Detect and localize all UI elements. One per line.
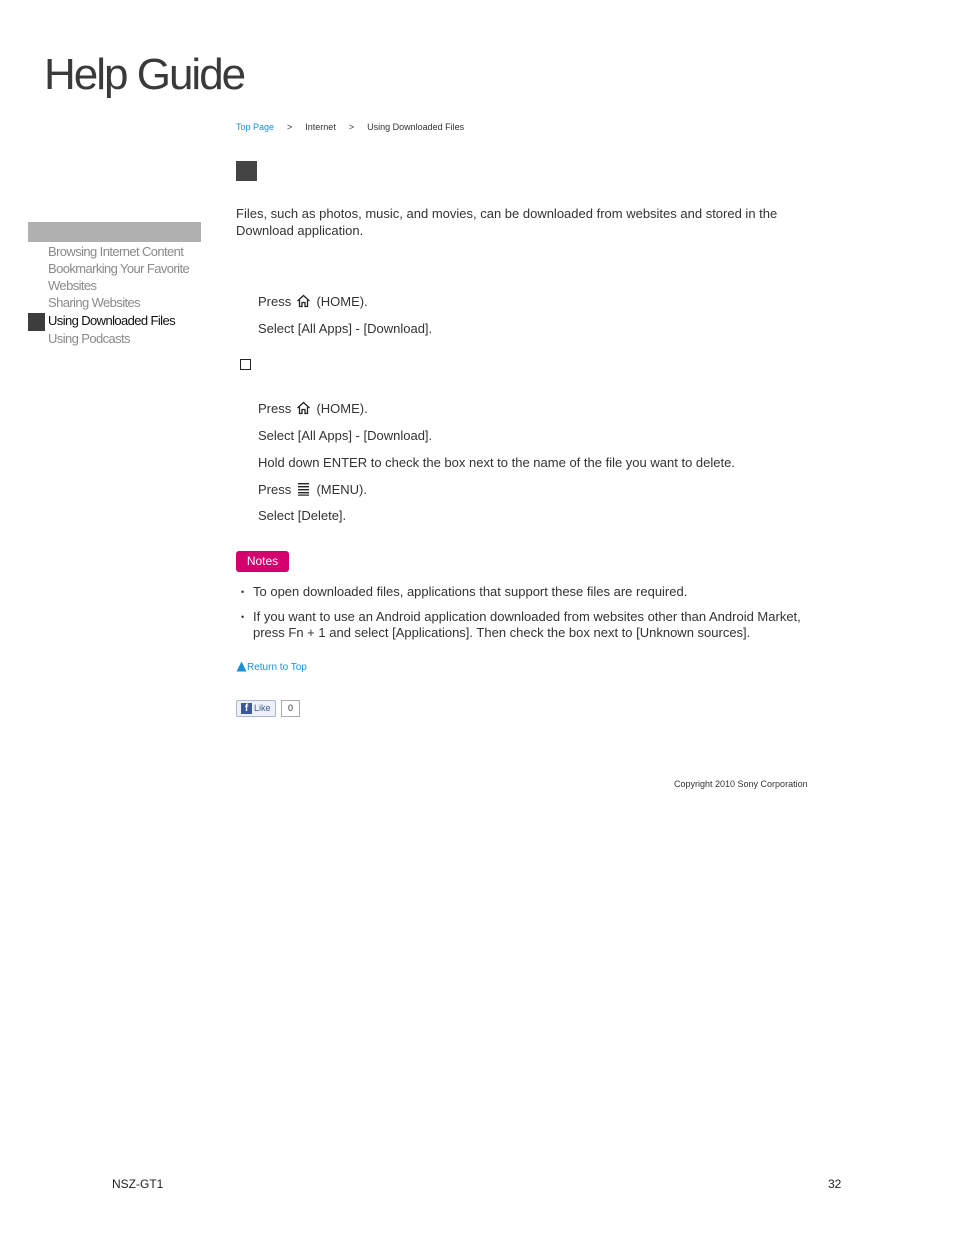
menu-icon — [297, 483, 309, 496]
breadcrumb: Top Page > Internet > Using Downloaded Files — [236, 122, 464, 132]
sidebar-item-using-downloaded-files[interactable]: Using Downloaded Files — [28, 312, 208, 331]
step-text: Press — [258, 482, 295, 497]
breadcrumb-internet: Internet — [305, 122, 336, 132]
sidebar-item-browsing-internet-content[interactable]: Browsing Internet Content — [28, 243, 208, 260]
step-text: (HOME). — [312, 294, 368, 309]
step-delete-1: Press (HOME). — [258, 401, 368, 416]
step-delete-2: Select [All Apps] - [Download]. — [258, 428, 433, 443]
sidebar-item-using-podcasts[interactable]: Using Podcasts — [28, 330, 208, 347]
breadcrumb-separator: > — [287, 122, 293, 132]
sidebar-item-label: Using Downloaded Files — [48, 313, 176, 328]
note-item: • To open downloaded files, applications … — [241, 584, 811, 600]
like-count: 0 — [281, 700, 300, 717]
home-icon — [296, 294, 310, 308]
heading-marker — [236, 161, 257, 181]
note-text: If you want to use an Android applicatio… — [253, 609, 801, 640]
up-arrow-icon — [236, 661, 247, 672]
breadcrumb-current: Using Downloaded Files — [367, 122, 465, 132]
breadcrumb-separator: > — [348, 122, 355, 132]
like-label: Like — [254, 703, 271, 713]
step-delete-4: Press (MENU). — [258, 482, 367, 497]
return-to-top-label: Return to Top — [247, 662, 307, 673]
sidebar-item-sharing-websites[interactable]: Sharing Websites — [28, 294, 208, 311]
footer-model: NSZ-GT1 — [112, 1177, 164, 1191]
sidebar-item-bookmarking[interactable]: Bookmarking Your Favorite — [28, 260, 208, 277]
sidebar-active-marker — [28, 313, 45, 331]
facebook-icon: f — [241, 703, 252, 714]
step-text: (MENU). — [312, 482, 368, 497]
step-open-2: Select [All Apps] - [Download]. — [258, 321, 433, 336]
step-text: (HOME). — [312, 401, 368, 416]
note-text: To open downloaded files, applications t… — [253, 584, 688, 599]
step-text: Press — [258, 294, 295, 309]
breadcrumb-top-page-link[interactable]: Top Page — [236, 122, 274, 132]
sidebar-item-bookmarking-continued[interactable]: Websites — [28, 277, 208, 294]
notes-badge: Notes — [236, 551, 289, 572]
step-delete-5: Select [Delete]. — [258, 508, 347, 523]
sidebar-header — [28, 222, 201, 242]
copyright: Copyright 2010 Sony Corporation — [674, 779, 808, 789]
bullet-icon: • — [241, 587, 245, 597]
page-title: Help Guide — [44, 50, 246, 99]
home-icon — [296, 401, 310, 415]
intro-paragraph: Files, such as photos, music, and movies… — [236, 206, 778, 238]
step-delete-3: Hold down ENTER to check the box next to… — [258, 455, 735, 470]
footer-page-number: 32 — [828, 1177, 842, 1191]
checkbox-icon — [240, 359, 251, 370]
return-to-top-link[interactable]: Return to Top — [236, 661, 307, 673]
step-text: Press — [258, 401, 295, 416]
sidebar: Browsing Internet Content Bookmarking Yo… — [28, 243, 208, 347]
facebook-like-button[interactable]: f Like — [236, 700, 276, 717]
bullet-icon: • — [241, 612, 245, 622]
note-item: • If you want to use an Android applicati… — [241, 609, 811, 641]
step-open-1: Press (HOME). — [258, 294, 368, 309]
